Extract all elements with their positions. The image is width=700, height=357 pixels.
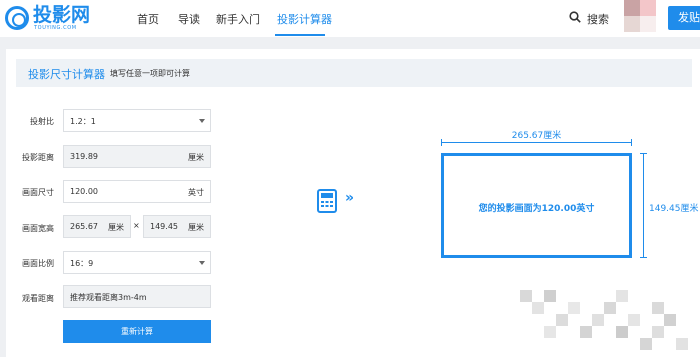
times-sign: × <box>133 221 140 230</box>
distance-input[interactable]: 319.89 厘米 <box>63 145 211 168</box>
height-dimension-label: 149.45厘米 <box>649 204 699 214</box>
logo-sub: TOUYING.COM <box>34 25 77 31</box>
throw-ratio-select[interactable]: 1.2：1 <box>63 109 211 132</box>
logo-name: 投影网 <box>33 4 91 26</box>
distance-unit: 厘米 <box>188 153 204 162</box>
chevron-down-icon <box>199 119 205 123</box>
logo-mark-icon <box>5 6 29 30</box>
distance-label: 投影距离 <box>22 153 54 162</box>
screen-size-label: 画面尺寸 <box>22 188 54 197</box>
width-value: 265.67 <box>70 222 98 231</box>
width-unit: 厘米 <box>108 223 124 232</box>
width-height-label: 画面宽高 <box>22 224 54 233</box>
nav-item-beginner[interactable]: 新手入门 <box>216 11 260 27</box>
screen-size-result: 您的投影画面为120.00英寸 <box>478 204 595 214</box>
screen-size-input[interactable]: 120.00 英寸 <box>63 180 211 203</box>
avatar[interactable] <box>624 0 656 32</box>
screen-size-value: 120.00 <box>70 187 98 196</box>
top-header: 投影网 TOUYING.COM 首页 导读 新手入门 投影计算器 搜索 发贴 <box>0 0 700 37</box>
calculator-title: 投影尺寸计算器 <box>28 68 105 81</box>
height-input[interactable]: 149.45 厘米 <box>143 215 211 238</box>
throw-ratio-label: 投射比 <box>30 117 54 126</box>
height-unit: 厘米 <box>188 223 204 232</box>
width-dimension-label: 265.67厘米 <box>511 131 562 141</box>
calculator-title-bar: 投影尺寸计算器 填写任意一项即可计算 <box>16 59 692 87</box>
distance-value: 319.89 <box>70 152 98 161</box>
recalculate-button[interactable]: 重新计算 <box>63 320 211 343</box>
viewing-distance-field: 推荐观看距离3m-4m <box>63 285 211 308</box>
site-logo[interactable]: 投影网 TOUYING.COM <box>5 4 105 32</box>
chevron-down-icon <box>199 261 205 265</box>
viewing-distance-value: 推荐观看距离3m-4m <box>70 293 147 302</box>
aspect-value: 16：9 <box>70 259 94 268</box>
screen-size-unit: 英寸 <box>188 188 204 197</box>
height-value: 149.45 <box>150 222 178 231</box>
nav-item-calculator[interactable]: 投影计算器 <box>277 11 332 27</box>
search-label: 搜索 <box>587 13 609 26</box>
aspect-select[interactable]: 16：9 <box>63 251 211 274</box>
calculator-hint: 填写任意一项即可计算 <box>110 69 190 78</box>
aspect-label: 画面比例 <box>22 259 54 268</box>
nav-item-guide[interactable]: 导读 <box>178 11 200 27</box>
width-dimension: 265.67厘米 <box>441 128 632 148</box>
nav-active-underline <box>275 34 325 36</box>
throw-ratio-value: 1.2：1 <box>70 117 96 126</box>
arrow-right-icon: » <box>345 190 355 206</box>
height-dimension <box>640 153 647 258</box>
width-input[interactable]: 265.67 厘米 <box>63 215 131 238</box>
calculator-icon <box>317 189 337 213</box>
projection-screen-preview: 您的投影画面为120.00英寸 <box>441 153 632 258</box>
viewing-label: 观看距离 <box>22 294 54 303</box>
search-icon <box>569 11 581 23</box>
pixelated-watermark <box>500 272 700 357</box>
nav-item-home[interactable]: 首页 <box>137 11 159 27</box>
post-button[interactable]: 发贴 <box>668 6 700 30</box>
